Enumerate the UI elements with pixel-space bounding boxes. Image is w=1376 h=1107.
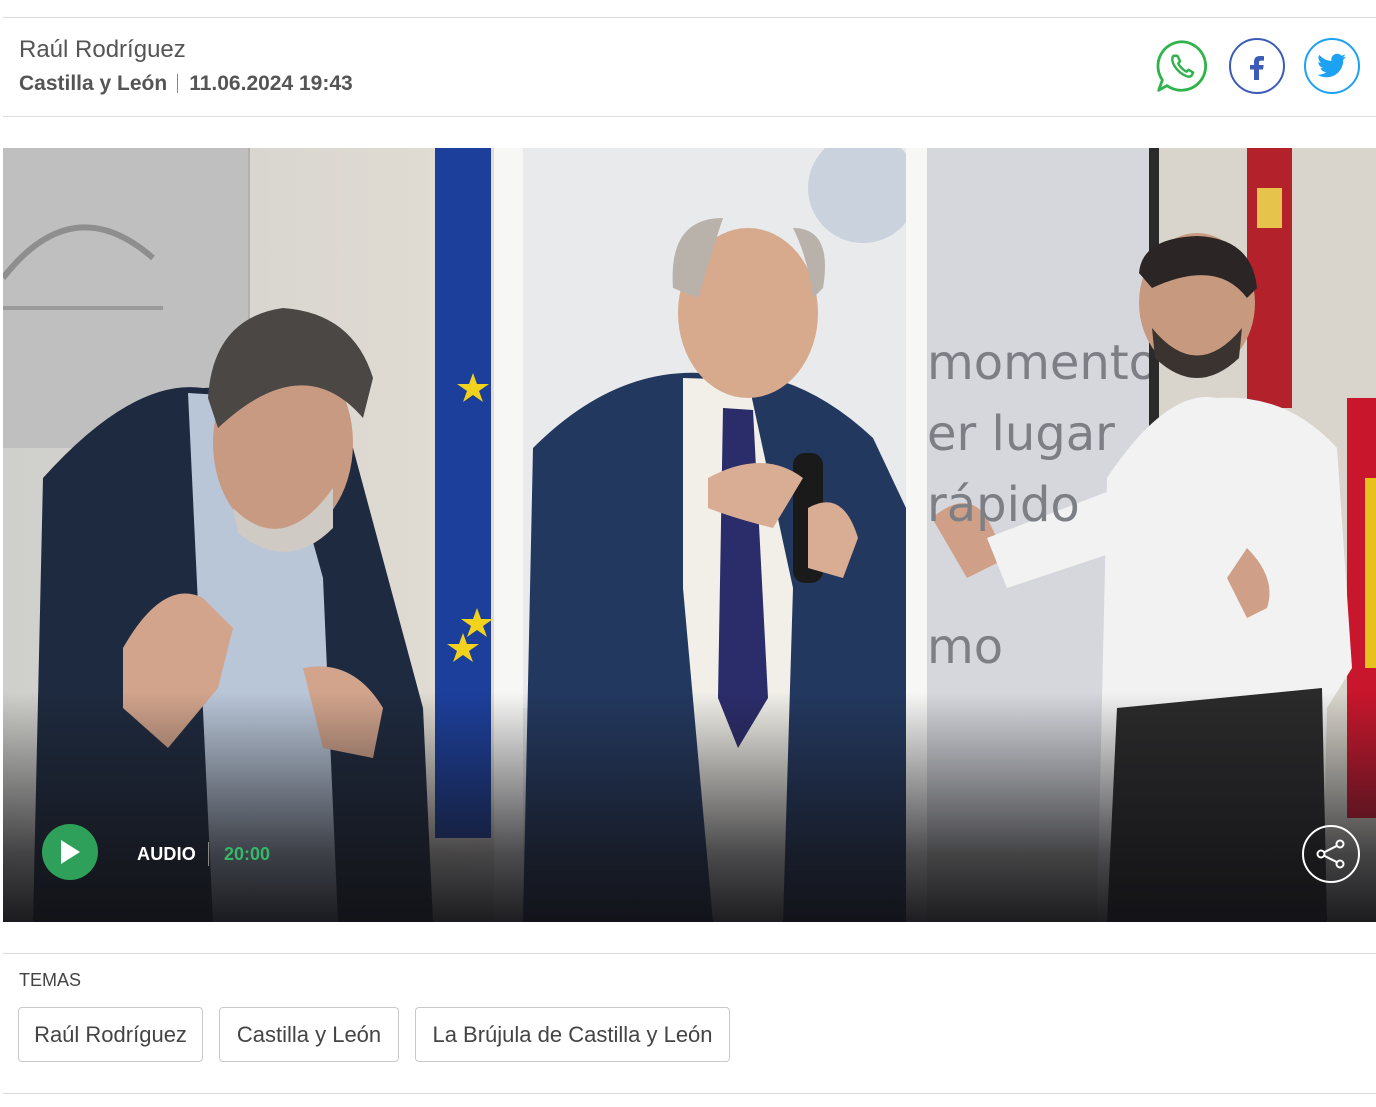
header-divider [3,116,1376,117]
audio-label: AUDIO [137,844,196,864]
share-icon [1316,839,1345,869]
author-name: Raúl Rodríguez [19,36,186,63]
topic-tag[interactable]: Raúl Rodríguez [18,1007,203,1062]
topics-divider [3,953,1376,954]
topic-tag[interactable]: Castilla y León [219,1007,399,1062]
facebook-share-button[interactable] [1229,38,1285,94]
slide-text: momento er lugar rápido mo [927,328,1149,683]
whatsapp-icon [1156,40,1207,92]
topic-tag[interactable]: La Brújula de Castilla y León [415,1007,730,1062]
audio-separator [208,842,209,866]
top-divider [3,17,1376,18]
slide-word: mo [927,619,1004,675]
player-overlay [3,692,1376,922]
topics-title: TEMAS [19,970,82,990]
twitter-icon [1317,53,1346,78]
slide-word: er lugar [927,406,1115,462]
lead-photo: momento er lugar rápido mo AUDIO 20:00 [3,148,1376,922]
play-button[interactable] [42,824,98,880]
play-icon [61,840,80,864]
slide-word: rápido [927,477,1080,533]
facebook-icon [1250,56,1264,80]
region-label: Castilla y León [19,72,168,95]
slide-word: momento [927,335,1149,391]
article-meta: Castilla y León 11.06.2024 19:43 [19,72,353,96]
meta-separator [177,74,179,93]
whatsapp-share-button[interactable] [1154,38,1210,94]
bottom-divider [3,1093,1376,1094]
media-share-button[interactable] [1302,825,1360,883]
publish-datetime: 11.06.2024 19:43 [189,72,353,95]
twitter-share-button[interactable] [1304,38,1360,94]
audio-duration: 20:00 [224,844,271,864]
